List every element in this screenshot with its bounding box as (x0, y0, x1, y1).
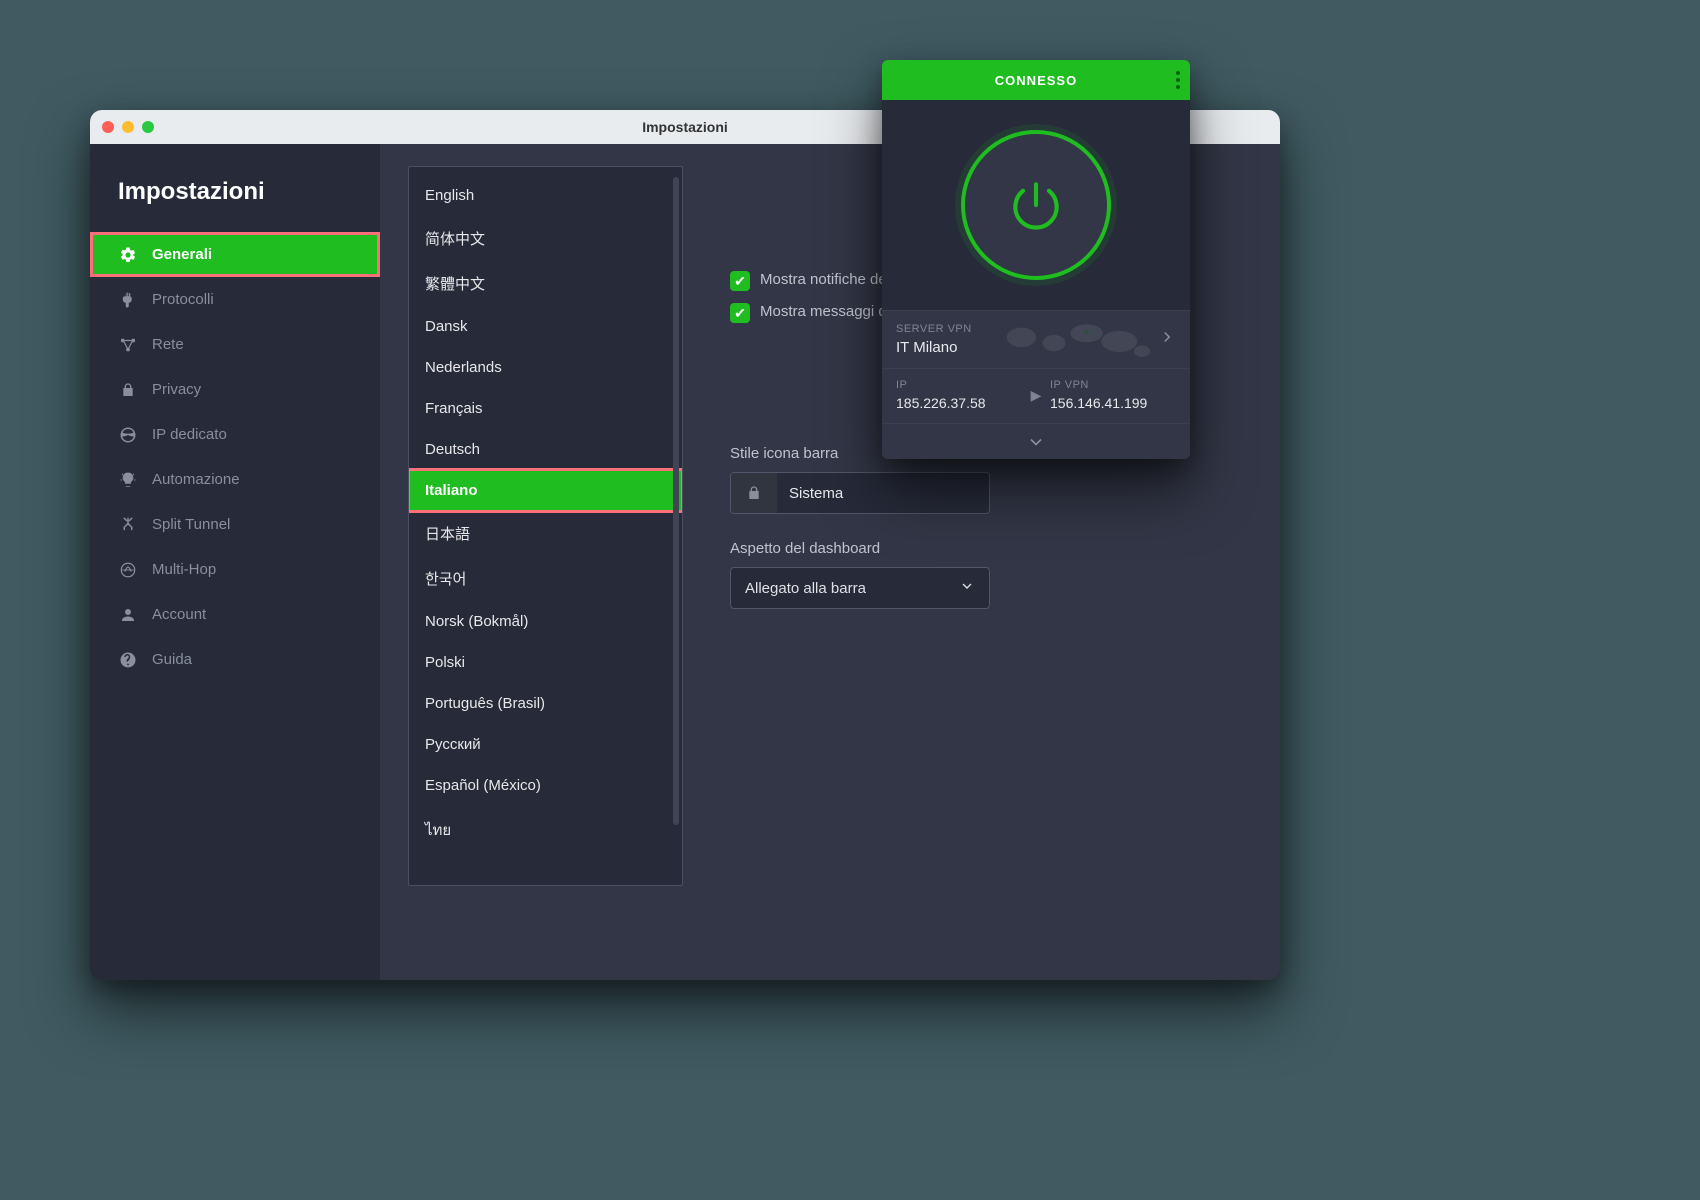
lang-option-italiano[interactable]: Italiano (409, 470, 682, 511)
ip-label: IP (896, 379, 1022, 391)
checkbox-checked-icon: ✔ (730, 271, 750, 291)
sidebar-item-label: Automazione (152, 471, 240, 488)
lang-option-esmx[interactable]: Español (México) (409, 765, 682, 806)
dashboard-section-label: Aspetto del dashboard (730, 540, 1252, 557)
icon-style-select[interactable]: Sistema (730, 472, 990, 514)
lang-option-francais[interactable]: Français (409, 388, 682, 429)
server-selector[interactable]: SERVER VPN IT Milano (882, 310, 1190, 368)
lang-option-norsk[interactable]: Norsk (Bokmål) (409, 601, 682, 642)
server-label: SERVER VPN (896, 323, 972, 335)
sidebar-item-ip-dedicato[interactable]: IP dedicato (90, 412, 380, 457)
sidebar-item-generali[interactable]: Generali (90, 232, 380, 277)
connection-status-bar: CONNESSO (882, 60, 1190, 100)
sidebar-item-label: IP dedicato (152, 426, 227, 443)
server-name: IT Milano (896, 339, 972, 356)
more-menu-button[interactable] (1176, 60, 1180, 100)
lang-option-deutsch[interactable]: Deutsch (409, 429, 682, 470)
ipvpn-value: 156.146.41.199 (1050, 395, 1176, 411)
lang-option-ptbr[interactable]: Português (Brasil) (409, 683, 682, 724)
lang-option-zh-hans[interactable]: 简体中文 (409, 216, 682, 261)
sidebar-item-multi-hop[interactable]: Multi-Hop (90, 547, 380, 592)
icon-style-value: Sistema (777, 485, 989, 502)
lang-option-polski[interactable]: Polski (409, 642, 682, 683)
lang-option-russian[interactable]: Русский (409, 724, 682, 765)
connection-dashboard: CONNESSO SERVER VPN IT Milano (882, 60, 1190, 459)
sidebar-item-label: Generali (152, 246, 212, 263)
sidebar-item-guida[interactable]: Guida (90, 637, 380, 682)
lock-icon (731, 473, 777, 513)
world-map-icon (997, 317, 1160, 366)
sidebar-item-label: Rete (152, 336, 184, 353)
sidebar-item-label: Split Tunnel (152, 516, 230, 533)
connection-status: CONNESSO (995, 73, 1077, 88)
chevron-down-icon (1026, 432, 1046, 452)
sidebar-item-automazione[interactable]: Automazione (90, 457, 380, 502)
minimize-window-button[interactable] (122, 121, 134, 133)
sidebar-heading: Impostazioni (90, 178, 380, 232)
settings-sidebar: Impostazioni Generali Protocolli Rete (90, 144, 380, 980)
chevron-down-icon (959, 578, 975, 598)
person-icon (118, 605, 138, 625)
sidebar-item-label: Account (152, 606, 206, 623)
plug-icon (118, 290, 138, 310)
lightbulb-icon (118, 470, 138, 490)
power-area (882, 100, 1190, 310)
lang-option-thai[interactable]: ไทย (409, 806, 682, 854)
sidebar-item-label: Multi-Hop (152, 561, 216, 578)
expand-dashboard-button[interactable] (882, 423, 1190, 459)
zoom-window-button[interactable] (142, 121, 154, 133)
ipvpn-label: IP VPN (1050, 379, 1176, 391)
power-icon (1005, 174, 1067, 236)
language-scrollbar[interactable] (673, 177, 679, 825)
dashboard-appearance-select[interactable]: Allegato alla barra (730, 567, 990, 609)
split-icon (118, 515, 138, 535)
ip-value: 185.226.37.58 (896, 395, 1022, 411)
lang-option-english[interactable]: English (409, 175, 682, 216)
sidebar-item-rete[interactable]: Rete (90, 322, 380, 367)
lang-option-korean[interactable]: 한국어 (409, 556, 682, 601)
lang-option-nederlands[interactable]: Nederlands (409, 347, 682, 388)
sidebar-item-account[interactable]: Account (90, 592, 380, 637)
gear-icon (118, 245, 138, 265)
help-icon (118, 650, 138, 670)
sidebar-item-label: Privacy (152, 381, 201, 398)
language-listbox[interactable]: English 简体中文 繁體中文 Dansk Nederlands Franç… (408, 166, 683, 886)
sidebar-item-label: Guida (152, 651, 192, 668)
window-traffic-lights (102, 121, 154, 133)
lang-option-japanese[interactable]: 日本語 (409, 511, 682, 556)
chevron-right-icon (1158, 328, 1176, 351)
close-window-button[interactable] (102, 121, 114, 133)
lang-option-zh-hant[interactable]: 繁體中文 (409, 261, 682, 306)
arrow-right-icon: ▶ (1028, 379, 1044, 411)
multihop-icon (118, 560, 138, 580)
sidebar-item-label: Protocolli (152, 291, 214, 308)
sidebar-item-privacy[interactable]: Privacy (90, 367, 380, 412)
ip-info-row: IP 185.226.37.58 ▶ IP VPN 156.146.41.199 (882, 368, 1190, 423)
lang-option-dansk[interactable]: Dansk (409, 306, 682, 347)
power-toggle-button[interactable] (961, 130, 1111, 280)
sidebar-item-protocolli[interactable]: Protocolli (90, 277, 380, 322)
checkbox-checked-icon: ✔ (730, 303, 750, 323)
lock-icon (118, 380, 138, 400)
dashboard-value: Allegato alla barra (745, 580, 866, 597)
globe-ip-icon (118, 425, 138, 445)
network-icon (118, 335, 138, 355)
sidebar-item-split-tunnel[interactable]: Split Tunnel (90, 502, 380, 547)
